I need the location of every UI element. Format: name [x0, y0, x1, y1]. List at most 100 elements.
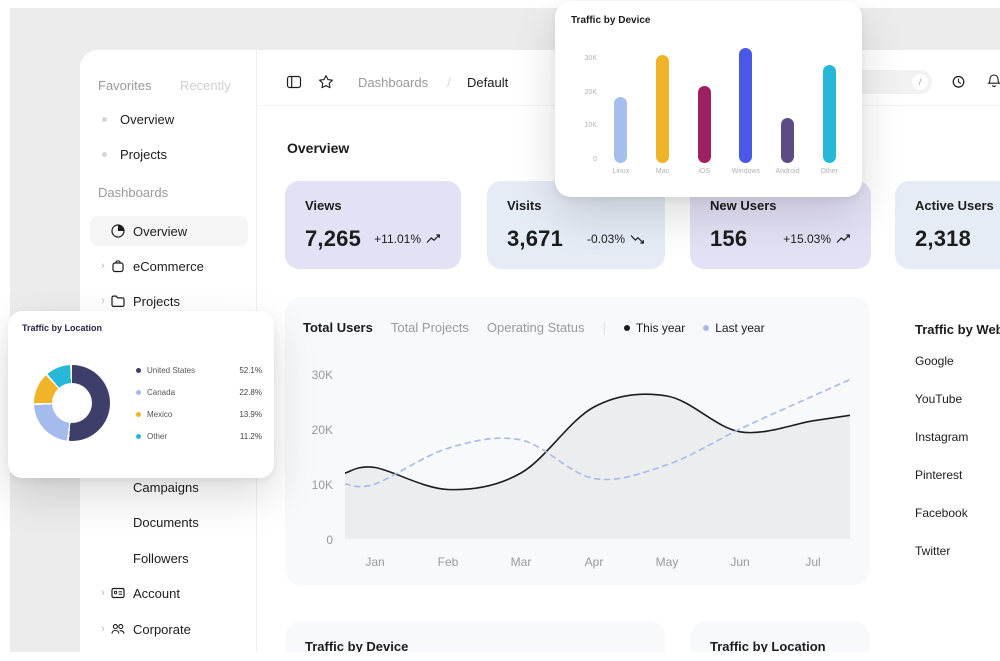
x-axis-tick: Jan	[365, 555, 385, 569]
bar-mac	[656, 54, 669, 163]
sidebar-item-account[interactable]: › Account	[90, 578, 248, 608]
tab-total-projects[interactable]: Total Projects	[391, 320, 469, 335]
sidebar-item-label: Campaigns	[133, 479, 199, 495]
chart-tabs: Total Users Total Projects Operating Sta…	[303, 320, 765, 335]
legend-label: Canada	[147, 387, 176, 397]
legend-dot-icon	[136, 433, 141, 439]
bar-slot	[600, 40, 642, 163]
star-icon[interactable]	[318, 74, 334, 90]
sidebar-toggle-icon[interactable]	[286, 74, 302, 90]
y-axis-tick: 20K	[311, 423, 333, 437]
sidebar-item-ecommerce[interactable]: › eCommerce	[90, 251, 248, 281]
bar-label-other: Other	[820, 168, 838, 175]
bar-windows	[739, 47, 753, 163]
tab-total-users[interactable]: Total Users	[303, 320, 373, 335]
sidebar-item-overview[interactable]: Overview	[90, 216, 248, 246]
history-icon[interactable]	[950, 73, 967, 90]
users-icon	[110, 621, 126, 637]
legend-this-year[interactable]: This year	[623, 320, 686, 335]
stat-label: Views	[305, 198, 342, 213]
chevron-right-icon: ›	[101, 587, 105, 599]
sidebar-item-followers[interactable]: Followers	[90, 543, 248, 573]
floating-traffic-location-card[interactable]: Traffic by Location United States 52.1% …	[8, 311, 274, 478]
sidebar-item-corporate[interactable]: › Corporate	[90, 614, 248, 644]
legend-last-year[interactable]: Last year	[703, 320, 765, 335]
bar-y-tick: 10K	[584, 122, 597, 129]
stat-card-views[interactable]: Views 7,265 +11.01%	[285, 181, 461, 269]
x-axis-tick: May	[655, 555, 679, 569]
bar-linux	[614, 96, 628, 163]
bell-icon[interactable]	[986, 73, 1000, 89]
sidebar-tab-recently[interactable]: Recently	[180, 78, 231, 94]
stat-delta: +15.03%	[783, 232, 831, 246]
x-axis-tick: Jun	[730, 555, 750, 569]
breadcrumb-page[interactable]: Default	[467, 75, 508, 90]
legend-row-other[interactable]: Other 11.2%	[136, 425, 262, 447]
sidebar-item-label: Corporate	[133, 621, 191, 637]
bar-y-tick: 0	[593, 156, 597, 163]
legend-dot-icon	[136, 389, 141, 395]
legend-label: Other	[147, 431, 168, 441]
bar-other	[822, 65, 836, 163]
website-item-pinterest[interactable]: Pinterest	[915, 468, 962, 482]
location-donut-chart[interactable]	[34, 365, 110, 441]
sidebar-item-label: Followers	[133, 550, 189, 566]
chevron-right-icon: ›	[101, 295, 105, 307]
legend-label: Mexico	[147, 409, 173, 419]
stat-label: New Users	[710, 198, 777, 213]
stat-card-active-users[interactable]: Active Users 2,318	[895, 181, 1000, 269]
stat-delta: -0.03%	[586, 232, 625, 246]
sidebar-item-label: Overview	[120, 111, 175, 127]
website-item-instagram[interactable]: Instagram	[915, 430, 968, 444]
bullet-dot-icon	[102, 151, 107, 157]
bar-slot	[808, 40, 850, 163]
bar-y-tick: 20K	[584, 89, 597, 96]
bar-slot	[725, 40, 767, 163]
search-shortcut-badge: /	[912, 74, 928, 90]
legend-label: This year	[635, 320, 686, 335]
tab-operating-status[interactable]: Operating Status	[487, 320, 585, 335]
stat-delta: +11.01%	[374, 232, 421, 246]
sidebar-item-overview-quick[interactable]: Overview	[90, 104, 248, 134]
website-item-youtube[interactable]: YouTube	[915, 392, 962, 406]
website-item-facebook[interactable]: Facebook	[915, 506, 968, 520]
breadcrumb-section[interactable]: Dashboards	[358, 75, 428, 90]
legend-value: 13.9%	[239, 409, 262, 419]
y-axis-tick: 0	[326, 533, 333, 547]
y-axis-tick: 30K	[311, 368, 333, 382]
legend-dot-icon	[623, 324, 630, 331]
trend-up-icon	[426, 234, 441, 244]
breadcrumb-divider: /	[447, 75, 451, 90]
traffic-website-title: Traffic by Website	[915, 322, 1000, 337]
legend-row-canada[interactable]: Canada 22.8%	[136, 381, 262, 403]
floating-device-title: Traffic by Device	[571, 15, 651, 26]
bar-slot	[642, 40, 684, 163]
chevron-right-icon: ›	[101, 623, 105, 635]
bar-label-android: Android	[775, 168, 800, 175]
legend-row-mexico[interactable]: Mexico 13.9%	[136, 403, 262, 425]
floating-traffic-device-card[interactable]: Traffic by Device 30K 20K 10K 0 Linux Ma…	[555, 1, 862, 197]
legend-value: 11.2%	[239, 431, 262, 441]
legend-label: Last year	[715, 320, 765, 335]
sidebar-item-label: Overview	[133, 223, 188, 239]
sidebar-item-projects-quick[interactable]: Projects	[90, 139, 248, 169]
folder-icon	[110, 293, 126, 309]
website-item-google[interactable]: Google	[915, 354, 954, 368]
chart-pie-icon	[110, 223, 126, 239]
stat-value: 7,265	[305, 226, 362, 251]
total-users-line-chart[interactable]	[345, 360, 850, 545]
stat-label: Visits	[507, 198, 542, 213]
bar-category-labels: Linux Mac iOS Windows Android Other	[600, 168, 850, 175]
bar-android	[781, 117, 795, 163]
x-axis-tick: Mar	[510, 555, 532, 569]
dashboard-screenshot: Favorites Recently Overview Projects Das…	[0, 0, 1000, 661]
page-title: Overview	[287, 140, 350, 156]
sidebar-item-label: Documents	[133, 514, 199, 530]
trend-up-icon	[836, 234, 851, 244]
device-bar-chart[interactable]	[600, 40, 850, 163]
bar-y-tick: 30K	[584, 55, 597, 62]
website-item-twitter[interactable]: Twitter	[915, 544, 950, 558]
sidebar-tab-favorites[interactable]: Favorites	[98, 78, 151, 94]
sidebar-item-documents[interactable]: Documents	[90, 507, 248, 537]
legend-row-united-states[interactable]: United States 52.1%	[136, 359, 262, 381]
